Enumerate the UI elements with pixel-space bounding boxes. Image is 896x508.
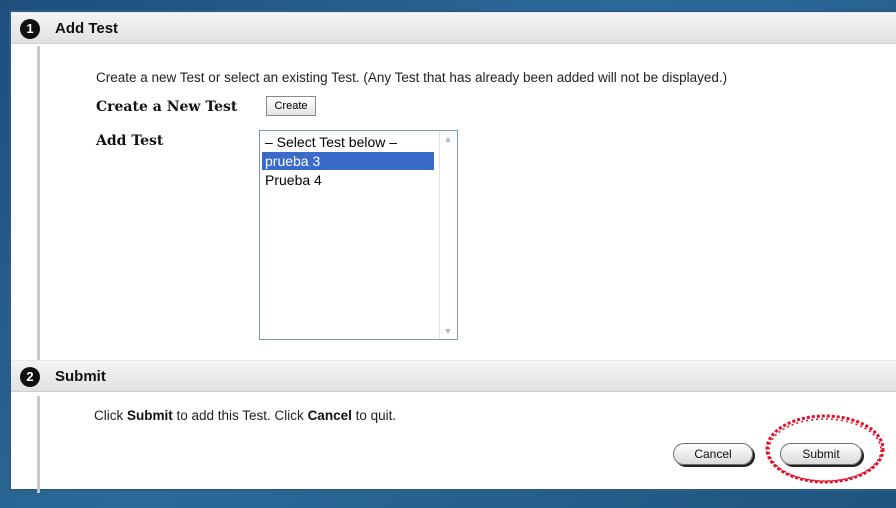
step-2-icon: 2 bbox=[20, 367, 40, 387]
section-header-add-test: 1 Add Test bbox=[11, 12, 896, 44]
section-title: Submit bbox=[55, 368, 106, 385]
create-button[interactable]: Create bbox=[266, 96, 316, 116]
red-circle-annotation bbox=[765, 414, 885, 484]
listbox-scrollbar[interactable]: ▲ ▼ bbox=[439, 131, 457, 339]
text-part: Click bbox=[94, 408, 127, 423]
scroll-down-icon[interactable]: ▼ bbox=[443, 326, 453, 336]
list-item[interactable]: – Select Test below – bbox=[262, 133, 434, 151]
list-item-selected[interactable]: prueba 3 bbox=[262, 152, 434, 170]
section-title: Add Test bbox=[55, 20, 119, 37]
instructions-text: Create a new Test or select an existing … bbox=[96, 70, 728, 85]
add-test-label: Add Test bbox=[96, 133, 164, 149]
text-cancel-word: Cancel bbox=[307, 408, 352, 423]
test-listbox[interactable]: – Select Test below – prueba 3 Prueba 4 … bbox=[259, 130, 458, 340]
text-part: to add this Test. Click bbox=[172, 408, 308, 423]
add-test-panel: 1 Add Test Create a new Test or select a… bbox=[9, 10, 896, 493]
text-submit-word: Submit bbox=[127, 408, 173, 423]
list-item[interactable]: Prueba 4 bbox=[262, 171, 434, 189]
section1-rail bbox=[37, 46, 40, 360]
submit-instructions: Click Submit to add this Test. Click Can… bbox=[94, 408, 396, 423]
step-1-icon: 1 bbox=[20, 19, 40, 39]
text-part: to quit. bbox=[351, 408, 397, 423]
create-new-test-label: Create a New Test bbox=[96, 99, 238, 115]
scroll-up-icon[interactable]: ▲ bbox=[443, 134, 453, 144]
section2-rail bbox=[37, 396, 40, 493]
section-header-submit: 2 Submit bbox=[11, 360, 896, 392]
cancel-button[interactable]: Cancel bbox=[673, 443, 753, 465]
